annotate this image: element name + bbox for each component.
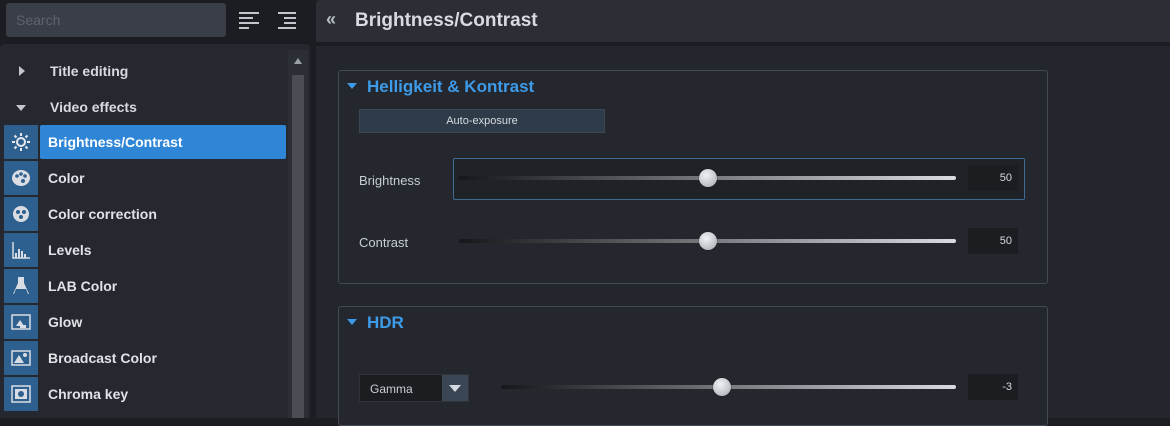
chroma-key-icon <box>4 377 38 411</box>
contrast-label: Contrast <box>359 235 409 250</box>
scroll-up-arrow-icon[interactable] <box>294 58 302 64</box>
effect-chroma-key[interactable]: Chroma key <box>4 377 286 411</box>
tree-group-title-editing[interactable]: Title editing <box>0 54 286 88</box>
brightness-value-field[interactable]: 50 <box>968 165 1018 191</box>
brightness-label: Brightness <box>359 173 421 188</box>
align-left-icon[interactable] <box>238 10 260 30</box>
color-correction-icon <box>4 197 38 231</box>
hdr-slider-knob[interactable] <box>713 378 731 396</box>
effect-title: Brightness/Contrast <box>355 10 538 31</box>
brightness-icon <box>4 125 38 159</box>
effect-header: « Brightness/Contrast <box>316 0 1170 42</box>
collapse-panel-button[interactable]: « <box>326 9 336 30</box>
scrollbar-thumb[interactable] <box>292 75 304 418</box>
dropdown-button[interactable] <box>442 375 468 401</box>
expand-arrow-icon[interactable] <box>19 66 25 76</box>
hdr-heading[interactable]: HDR <box>347 313 404 333</box>
broadcast-color-icon <box>4 341 38 375</box>
hdr-mode-select[interactable]: Gamma <box>359 374 469 402</box>
chevron-down-icon <box>449 384 461 392</box>
hdr-value-field[interactable]: -3 <box>968 374 1018 400</box>
search-input[interactable] <box>6 3 226 37</box>
contrast-value-field[interactable]: 50 <box>968 228 1018 254</box>
effect-lab-color[interactable]: LAB Color <box>4 269 286 303</box>
panel-heading[interactable]: Helligkeit & Kontrast <box>347 77 534 97</box>
effect-broadcast-color[interactable]: Broadcast Color <box>4 341 286 375</box>
collapse-arrow-icon[interactable] <box>16 105 26 111</box>
list-indent-icon[interactable] <box>277 10 299 30</box>
effect-brightness-contrast[interactable]: Brightness/Contrast <box>4 125 286 159</box>
contrast-slider-knob[interactable] <box>699 232 717 250</box>
tree-group-video-effects[interactable]: Video effects <box>0 90 286 124</box>
effect-color-correction[interactable]: Color correction <box>4 197 286 231</box>
hdr-panel: HDR Gamma -3 <box>338 306 1048 426</box>
effect-color[interactable]: Color <box>4 161 286 195</box>
effect-levels[interactable]: Levels <box>4 233 286 267</box>
brightness-contrast-panel: Helligkeit & Kontrast Auto-exposure Brig… <box>338 70 1048 284</box>
collapse-triangle-icon[interactable] <box>347 82 357 89</box>
flask-icon <box>4 269 38 303</box>
glow-icon <box>4 305 38 339</box>
palette-icon <box>4 161 38 195</box>
search-box[interactable] <box>6 3 226 37</box>
brightness-slider-knob[interactable] <box>699 169 717 187</box>
collapse-triangle-icon[interactable] <box>347 318 357 325</box>
levels-icon <box>4 233 38 267</box>
auto-exposure-button[interactable]: Auto-exposure <box>359 109 605 133</box>
effect-glow[interactable]: Glow <box>4 305 286 339</box>
